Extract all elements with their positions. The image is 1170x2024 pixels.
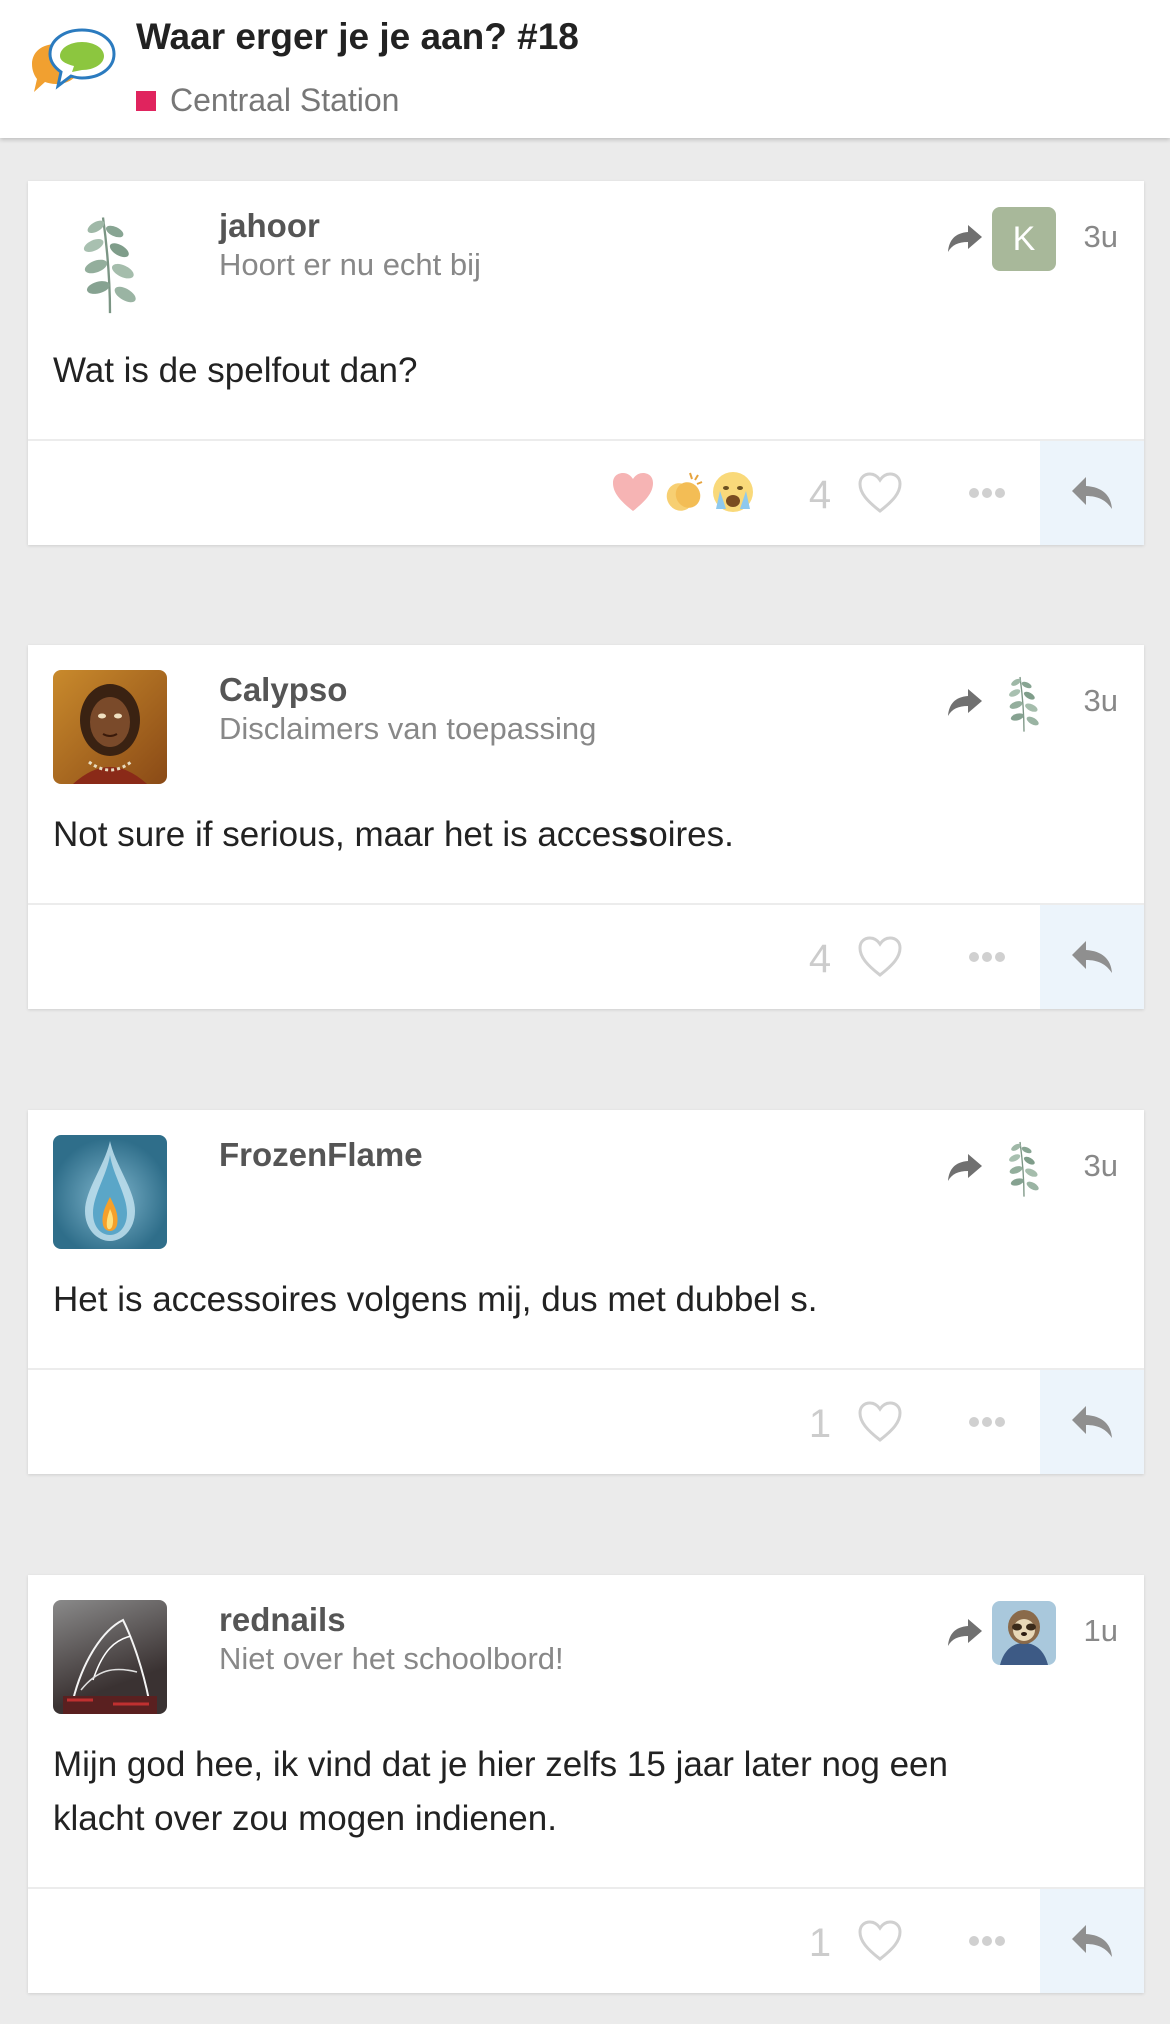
reply-button[interactable] <box>1040 905 1144 1009</box>
post-body-line: Mijn god hee, ik vind dat je hier zelfs … <box>53 1745 948 1784</box>
category-link[interactable]: Centraal Station <box>136 82 399 119</box>
reply-icon <box>1068 1921 1116 1961</box>
post: FrozenFlame 3u Het is accessoires volgen… <box>28 1110 1144 1474</box>
username[interactable]: rednails <box>219 1601 346 1639</box>
username[interactable]: jahoor <box>219 207 320 245</box>
clapping-hands-reaction-icon <box>666 472 703 511</box>
topic-title[interactable]: Waar erger je je aan? #18 <box>136 16 579 58</box>
post-body-line: Wat is de spelfout dan? <box>53 351 418 390</box>
reply-button[interactable] <box>1040 1889 1144 1993</box>
user-title: Disclaimers van toepassing <box>219 711 597 746</box>
post-body-bold: s <box>628 815 649 854</box>
like-count[interactable]: 4 <box>800 937 840 982</box>
post-body-line: klacht over zou mogen indienen. <box>53 1799 557 1838</box>
user-avatar[interactable] <box>53 1600 167 1714</box>
post-actions: 1 <box>28 1887 1144 1993</box>
reply-icon <box>1068 1402 1116 1442</box>
category-name: Centraal Station <box>170 82 400 118</box>
more-options-icon[interactable] <box>962 475 1012 511</box>
post-body: Wat is de spelfout dan? <box>53 344 1113 398</box>
crying-face-reaction-icon <box>713 472 753 512</box>
share-arrow-icon <box>946 687 984 717</box>
reply-to-avatar[interactable]: K <box>992 207 1056 271</box>
reply-icon <box>1068 473 1116 513</box>
reactions[interactable] <box>610 469 760 515</box>
heart-reaction-icon <box>613 473 653 511</box>
user-avatar[interactable] <box>53 1135 167 1249</box>
like-count[interactable]: 1 <box>800 1402 840 1447</box>
reply-icon <box>1068 937 1116 977</box>
post-time[interactable]: 1u <box>1084 1613 1118 1649</box>
topic-header: Waar erger je je aan? #18 Centraal Stati… <box>0 0 1170 138</box>
like-heart-icon[interactable] <box>857 935 903 979</box>
reply-button[interactable] <box>1040 1370 1144 1474</box>
post-actions: 1 <box>28 1368 1144 1474</box>
like-count[interactable]: 4 <box>800 473 840 518</box>
more-options-icon[interactable] <box>962 1404 1012 1440</box>
post-time[interactable]: 3u <box>1084 683 1118 719</box>
username[interactable]: Calypso <box>219 671 347 709</box>
post-body-text: Not sure if serious, maar het is acces <box>53 815 629 854</box>
post-time[interactable]: 3u <box>1084 1148 1118 1184</box>
sloth-avatar-image <box>1000 1610 1048 1665</box>
user-title: Niet over het schoolbord! <box>219 1641 564 1676</box>
post: jahoor Hoort er nu echt bij K 3u Wat is … <box>28 181 1144 545</box>
letter-avatar: K <box>992 207 1056 271</box>
reply-to-avatar[interactable] <box>992 671 1056 735</box>
category-badge <box>136 90 156 111</box>
reply-to-avatar[interactable] <box>992 1136 1056 1200</box>
like-heart-icon[interactable] <box>857 471 903 515</box>
share-arrow-icon <box>946 1617 984 1647</box>
share-arrow-icon <box>946 223 984 253</box>
more-options-icon[interactable] <box>962 1923 1012 1959</box>
post-body-text: oires. <box>648 815 734 854</box>
post-body-line: Het is accessoires volgens mij, dus met … <box>53 1280 818 1319</box>
like-count[interactable]: 1 <box>800 1921 840 1966</box>
more-options-icon[interactable] <box>962 939 1012 975</box>
post-body: Mijn god hee, ik vind dat je hier zelfs … <box>53 1738 1113 1846</box>
user-avatar[interactable] <box>53 206 167 320</box>
forum-logo[interactable] <box>26 26 120 110</box>
share-arrow-icon <box>946 1152 984 1182</box>
like-heart-icon[interactable] <box>857 1919 903 1963</box>
reply-to-avatar[interactable] <box>992 1601 1056 1665</box>
post-time[interactable]: 3u <box>1084 219 1118 255</box>
reply-button[interactable] <box>1040 441 1144 545</box>
user-avatar[interactable] <box>53 670 167 784</box>
post-actions: 4 <box>28 439 1144 545</box>
post-actions: 4 <box>28 903 1144 1009</box>
post: Calypso Disclaimers van toepassing 3u No… <box>28 645 1144 1009</box>
post-body: Het is accessoires volgens mij, dus met … <box>53 1273 1113 1327</box>
user-title: Hoort er nu echt bij <box>219 247 481 282</box>
post: rednails Niet over het schoolbord! 1u Mi… <box>28 1575 1144 1993</box>
like-heart-icon[interactable] <box>857 1400 903 1444</box>
username[interactable]: FrozenFlame <box>219 1136 423 1174</box>
post-body: Not sure if serious, maar het is accesso… <box>53 808 1113 862</box>
